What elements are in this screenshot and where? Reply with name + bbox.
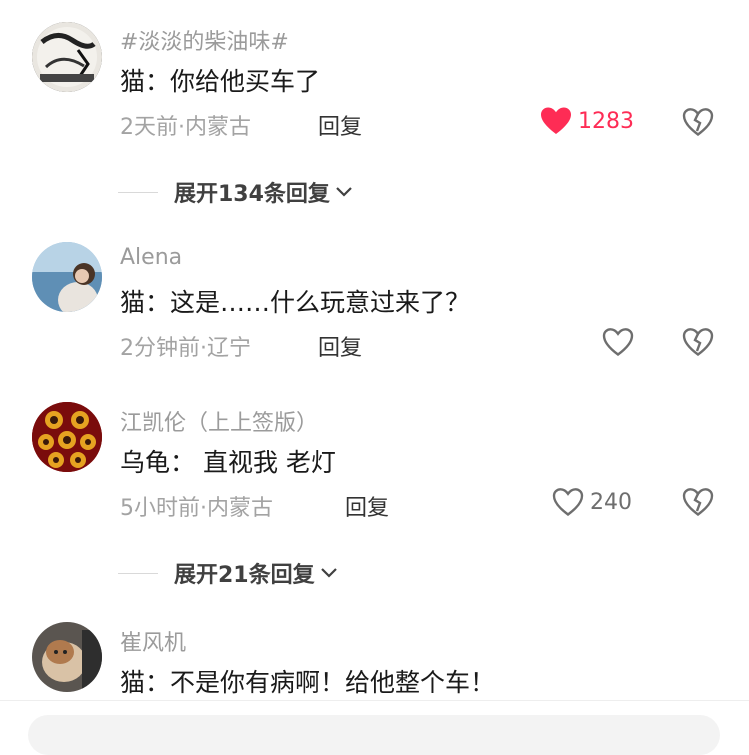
- comment-text: 猫：不是你有病啊！给他整个车！: [120, 668, 496, 697]
- dislike-button[interactable]: [682, 327, 714, 361]
- dislike-button[interactable]: [682, 487, 714, 521]
- comment-username[interactable]: 江凯伦（上上签版）: [120, 405, 318, 437]
- heart-icon: [541, 107, 571, 134]
- comment-input[interactable]: [28, 715, 720, 755]
- bottom-bar: [0, 700, 749, 755]
- dislike-button[interactable]: [682, 107, 714, 141]
- like-count: 240: [590, 489, 632, 515]
- comment-text: 猫：你给他买车了: [120, 67, 321, 96]
- comment-meta: 2分钟前·辽宁: [120, 336, 251, 361]
- avatar[interactable]: [32, 242, 102, 312]
- heart-icon: [552, 488, 584, 516]
- expand-label: 展开134条回复: [174, 182, 330, 207]
- like-button[interactable]: 240: [552, 487, 632, 517]
- expand-replies[interactable]: 展开134条回复: [118, 176, 354, 208]
- like-count: 1283: [578, 108, 634, 134]
- comment-username[interactable]: #淡淡的柴油味#: [120, 24, 289, 56]
- reply-button[interactable]: 回复: [318, 109, 362, 141]
- reply-button[interactable]: 回复: [318, 330, 362, 362]
- comment-meta: 2天前·内蒙古: [120, 115, 251, 140]
- expand-replies[interactable]: 展开21条回复: [118, 557, 339, 589]
- reply-button[interactable]: 回复: [345, 490, 389, 522]
- comment-username[interactable]: 崔风机: [120, 625, 186, 657]
- divider-line: [118, 572, 158, 574]
- comment-text: 猫：这是……什么玩意过来了？: [120, 288, 471, 317]
- broken-heart-icon: [682, 328, 714, 356]
- comment-username[interactable]: Alena: [120, 245, 182, 270]
- like-button[interactable]: [602, 327, 640, 357]
- chevron-down-icon: [320, 568, 337, 578]
- avatar[interactable]: [32, 402, 102, 472]
- like-button[interactable]: 1283: [540, 106, 634, 136]
- comment-text: 乌龟： 直视我 老灯: [120, 448, 336, 477]
- broken-heart-icon: [682, 108, 714, 136]
- divider-line: [118, 191, 158, 193]
- comment-meta: 5小时前·内蒙古: [120, 496, 273, 521]
- broken-heart-icon: [682, 488, 714, 516]
- avatar[interactable]: [32, 22, 102, 92]
- heart-icon: [602, 328, 634, 356]
- expand-label: 展开21条回复: [174, 563, 315, 588]
- avatar[interactable]: [32, 622, 102, 692]
- chevron-down-icon: [336, 187, 352, 197]
